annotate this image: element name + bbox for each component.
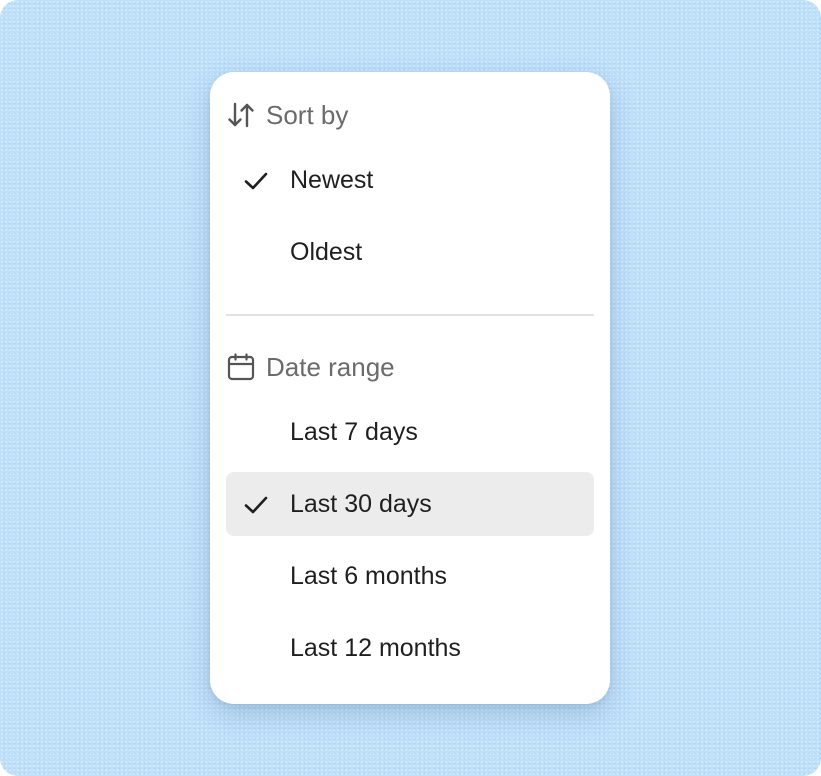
check-icon	[244, 172, 268, 190]
sort-option-label: Oldest	[290, 237, 363, 266]
date-option-last-12-months[interactable]: Last 12 months	[226, 616, 594, 680]
filter-menu: Sort by Newest Oldest Date range Last 7 …	[210, 72, 610, 704]
sort-option-newest[interactable]: Newest	[226, 148, 594, 212]
sort-section-header: Sort by	[226, 99, 348, 131]
sort-arrows-icon	[226, 100, 256, 130]
date-range-section-title: Date range	[266, 351, 395, 382]
sort-option-label: Newest	[290, 165, 374, 194]
date-option-last-7-days[interactable]: Last 7 days	[226, 400, 594, 464]
check-icon	[244, 496, 268, 514]
date-option-label: Last 6 months	[290, 561, 448, 590]
calendar-icon	[226, 352, 256, 382]
date-option-label: Last 7 days	[290, 417, 418, 446]
section-divider	[226, 314, 594, 316]
date-option-label: Last 12 months	[290, 633, 461, 662]
date-option-last-30-days[interactable]: Last 30 days	[226, 472, 594, 536]
date-option-label: Last 30 days	[290, 489, 432, 518]
date-option-last-6-months[interactable]: Last 6 months	[226, 544, 594, 608]
sort-section-title: Sort by	[266, 99, 349, 130]
date-range-section-header: Date range	[226, 351, 395, 383]
sort-option-oldest[interactable]: Oldest	[226, 220, 594, 284]
